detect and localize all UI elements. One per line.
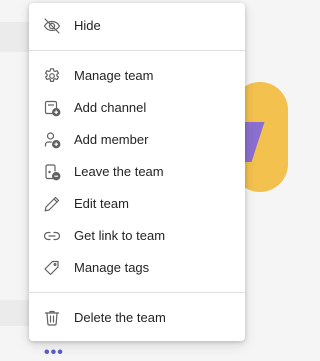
- menu-divider: [29, 50, 245, 51]
- more-options-icon[interactable]: •••: [44, 345, 64, 361]
- menu-item-label: Get link to team: [74, 228, 166, 243]
- menu-item-add-member[interactable]: Add member: [29, 124, 245, 156]
- menu-item-hide[interactable]: Hide: [29, 10, 245, 42]
- menu-item-label: Edit team: [74, 196, 129, 211]
- menu-item-label: Add channel: [74, 100, 147, 115]
- link-icon: [42, 226, 62, 246]
- menu-item-delete-team[interactable]: Delete the team: [29, 302, 245, 334]
- menu-item-get-link[interactable]: Get link to team: [29, 220, 245, 252]
- menu-item-label: Leave the team: [74, 164, 164, 179]
- trash-icon: [42, 308, 62, 328]
- pencil-icon: [42, 194, 62, 214]
- menu-item-add-channel[interactable]: Add channel: [29, 92, 245, 124]
- team-list-row: [0, 22, 30, 52]
- gear-icon: [42, 66, 62, 86]
- menu-item-label: Manage tags: [74, 260, 150, 275]
- tag-icon: [42, 258, 62, 278]
- menu-item-label: Manage team: [74, 68, 154, 83]
- menu-item-manage-team[interactable]: Manage team: [29, 60, 245, 92]
- leave-door-icon: [42, 162, 62, 182]
- add-channel-icon: [42, 98, 62, 118]
- team-list-row: [0, 300, 30, 326]
- menu-item-edit-team[interactable]: Edit team: [29, 188, 245, 220]
- menu-item-label: Hide: [74, 18, 101, 33]
- menu-item-label: Add member: [74, 132, 149, 147]
- menu-divider: [29, 292, 245, 293]
- team-context-menu: Hide Manage team Add channel Add member …: [29, 3, 245, 341]
- menu-item-leave-team[interactable]: Leave the team: [29, 156, 245, 188]
- eye-off-icon: [42, 16, 62, 36]
- menu-item-manage-tags[interactable]: Manage tags: [29, 252, 245, 284]
- menu-item-label: Delete the team: [74, 310, 166, 325]
- add-member-icon: [42, 130, 62, 150]
